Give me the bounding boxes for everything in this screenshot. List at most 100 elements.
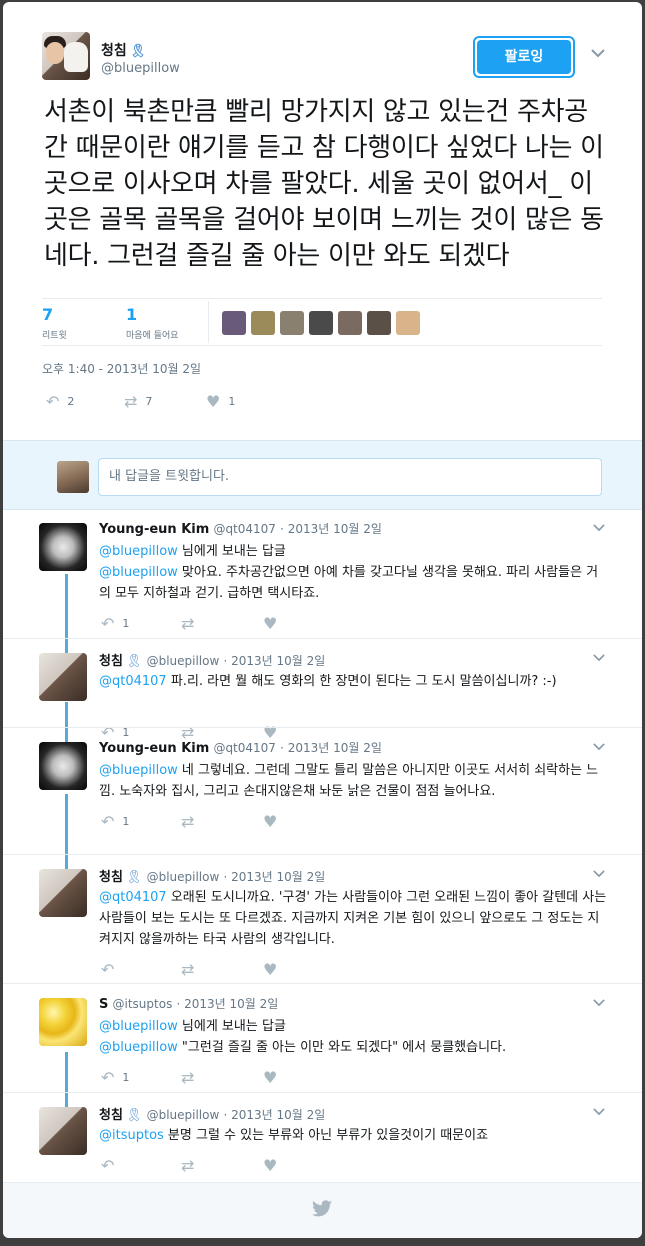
author-name[interactable]: S — [99, 997, 108, 1012]
reply-text: @bluepillow 네 그렇네요. 그런데 그말도 틀리 말씀은 아니지만 … — [99, 760, 609, 802]
reply-date[interactable]: · 2013년 10월 2일 — [223, 1108, 325, 1122]
liker-avatar[interactable] — [280, 311, 304, 335]
reply-icon: ↶ — [101, 960, 115, 979]
reply-icon: ↶ — [46, 392, 60, 411]
mention-link[interactable]: @bluepillow — [99, 565, 178, 580]
retweet-icon: ⇄ — [124, 392, 138, 411]
reply-action[interactable]: ↶ 1 — [101, 1068, 129, 1087]
chevron-down-icon[interactable] — [593, 995, 605, 1011]
liker-avatar[interactable] — [396, 311, 420, 335]
following-button[interactable]: 팔로잉 — [473, 36, 575, 78]
avatar-dog — [64, 42, 88, 72]
retweet-action[interactable]: ⇄ — [181, 812, 194, 831]
reply-text: @qt04107 오래된 도시니까요. '구경' 가는 사람들이야 그런 오래된… — [99, 887, 609, 950]
chevron-down-icon[interactable] — [593, 650, 605, 666]
retweet-action[interactable]: ⇄ — [181, 1156, 194, 1175]
author-handle[interactable]: @itsuptos — [113, 997, 173, 1011]
like-action[interactable]: ♥ — [263, 960, 277, 979]
author-name[interactable]: Young-eun Kim — [99, 741, 209, 756]
reply-action[interactable]: ↶ — [101, 960, 122, 979]
author-name[interactable]: Young-eun Kim — [99, 522, 209, 537]
main-tweet: 청침 🎗 @bluepillow 팔로잉 서촌이 북촌만큼 빨리 망가지지 않고 … — [3, 2, 642, 439]
retweets-stat[interactable]: 7 리트윗 — [42, 305, 67, 341]
reply-action[interactable]: ↶ — [101, 1156, 122, 1175]
like-action[interactable]: ♥ — [263, 1156, 277, 1175]
chevron-down-icon[interactable] — [591, 46, 605, 62]
reply-count: 1 — [122, 617, 130, 630]
reply-count: 2 — [67, 395, 75, 408]
avatar-face — [46, 42, 64, 64]
avatar[interactable] — [39, 869, 87, 917]
retweet-action[interactable]: ⇄ — [181, 1068, 194, 1087]
chevron-down-icon[interactable] — [593, 866, 605, 882]
author-name[interactable]: 청침 — [99, 870, 123, 885]
chevron-down-icon[interactable] — [593, 520, 605, 536]
modal-footer — [3, 1182, 642, 1238]
retweet-action[interactable]: ⇄ — [181, 960, 194, 979]
avatar[interactable] — [39, 523, 87, 571]
liker-avatar[interactable] — [338, 311, 362, 335]
avatar[interactable] — [39, 742, 87, 790]
chevron-down-icon[interactable] — [593, 739, 605, 755]
reply-icon: ↶ — [101, 812, 115, 831]
reply-tweet: Young-eun Kim @qt04107 · 2013년 10월 2일 @bl… — [3, 739, 642, 849]
liker-avatar[interactable] — [367, 311, 391, 335]
tweet-modal: 청침 🎗 @bluepillow 팔로잉 서촌이 북촌만큼 빨리 망가지지 않고 … — [3, 2, 642, 1238]
mention-link[interactable]: @bluepillow — [99, 544, 178, 559]
reply-header: S @itsuptos · 2013년 10월 2일 — [99, 995, 278, 1012]
reply-input[interactable]: 내 답글을 트윗합니다. — [98, 458, 602, 496]
reply-date[interactable]: · 2013년 10월 2일 — [176, 997, 278, 1011]
reply-tweet: Young-eun Kim @qt04107 · 2013년 10월 2일 @bl… — [3, 520, 642, 633]
avatar[interactable] — [39, 653, 87, 701]
chevron-down-icon[interactable] — [593, 1104, 605, 1120]
likes-stat[interactable]: 1 마음에 들어요 — [126, 305, 179, 341]
reply-to-text: 님에게 보내는 답글 — [177, 544, 286, 559]
author-handle[interactable]: @bluepillow — [101, 61, 180, 76]
like-action[interactable]: ♥ — [263, 812, 277, 831]
author-handle[interactable]: @qt04107 — [213, 741, 276, 755]
like-count: 1 — [228, 395, 236, 408]
retweet-icon: ⇄ — [181, 960, 195, 979]
heart-icon: ♥ — [263, 1068, 278, 1087]
like-action[interactable]: ♥ — [263, 614, 277, 633]
reply-separator — [3, 727, 642, 728]
like-action[interactable]: ♥ 1 — [206, 392, 235, 411]
reply-action[interactable]: ↶ 1 — [101, 614, 129, 633]
author-name[interactable]: 청침 🎗 — [101, 40, 146, 60]
liker-avatar[interactable] — [222, 311, 246, 335]
likes-label: 마음에 들어요 — [126, 331, 179, 341]
liker-avatar[interactable] — [309, 311, 333, 335]
reply-to-line: @bluepillow 님에게 보내는 답글 — [99, 541, 609, 562]
tweet-timestamp[interactable]: 오후 1:40 - 2013년 10월 2일 — [42, 360, 201, 377]
reply-action[interactable]: ↶ 1 — [101, 812, 129, 831]
mention-link[interactable]: @bluepillow — [99, 1040, 178, 1055]
author-name[interactable]: 청침 — [99, 1108, 123, 1123]
reply-date[interactable]: · 2013년 10월 2일 — [280, 741, 382, 755]
reply-to-text: 님에게 보내는 답글 — [177, 1019, 286, 1034]
like-action[interactable]: ♥ — [263, 1068, 277, 1087]
reply-text: @bluepillow 맞아요. 주차공간없으면 아예 차를 갖고다닐 생각을 … — [99, 562, 609, 604]
liker-avatar[interactable] — [251, 311, 275, 335]
reply-action[interactable]: ↶ 2 — [46, 392, 74, 411]
author-handle[interactable]: @qt04107 — [213, 522, 276, 536]
retweet-action[interactable]: ⇄ 7 — [124, 392, 152, 411]
reply-date[interactable]: · 2013년 10월 2일 — [223, 654, 325, 668]
reply-date[interactable]: · 2013년 10월 2일 — [280, 522, 382, 536]
author-handle[interactable]: @bluepillow — [147, 654, 220, 668]
author-handle[interactable]: @bluepillow — [147, 870, 220, 884]
author-name[interactable]: 청침 — [99, 654, 123, 669]
retweet-action[interactable]: ⇄ — [181, 614, 194, 633]
reply-text: @bluepillow "그런걸 즐길 줄 아는 이만 와도 되겠다" 에서 뭉… — [99, 1037, 609, 1058]
retweets-count: 7 — [42, 305, 54, 324]
mention-link[interactable]: @qt04107 — [99, 890, 167, 905]
avatar[interactable] — [39, 1107, 87, 1155]
reply-date[interactable]: · 2013년 10월 2일 — [223, 870, 325, 884]
avatar[interactable] — [39, 998, 87, 1046]
mention-link[interactable]: @itsuptos — [99, 1128, 164, 1143]
reply-separator — [3, 983, 642, 984]
author-handle[interactable]: @bluepillow — [147, 1108, 220, 1122]
mention-link[interactable]: @bluepillow — [99, 763, 178, 778]
avatar[interactable] — [42, 32, 90, 80]
mention-link[interactable]: @bluepillow — [99, 1019, 178, 1034]
mention-link[interactable]: @qt04107 — [99, 674, 167, 689]
